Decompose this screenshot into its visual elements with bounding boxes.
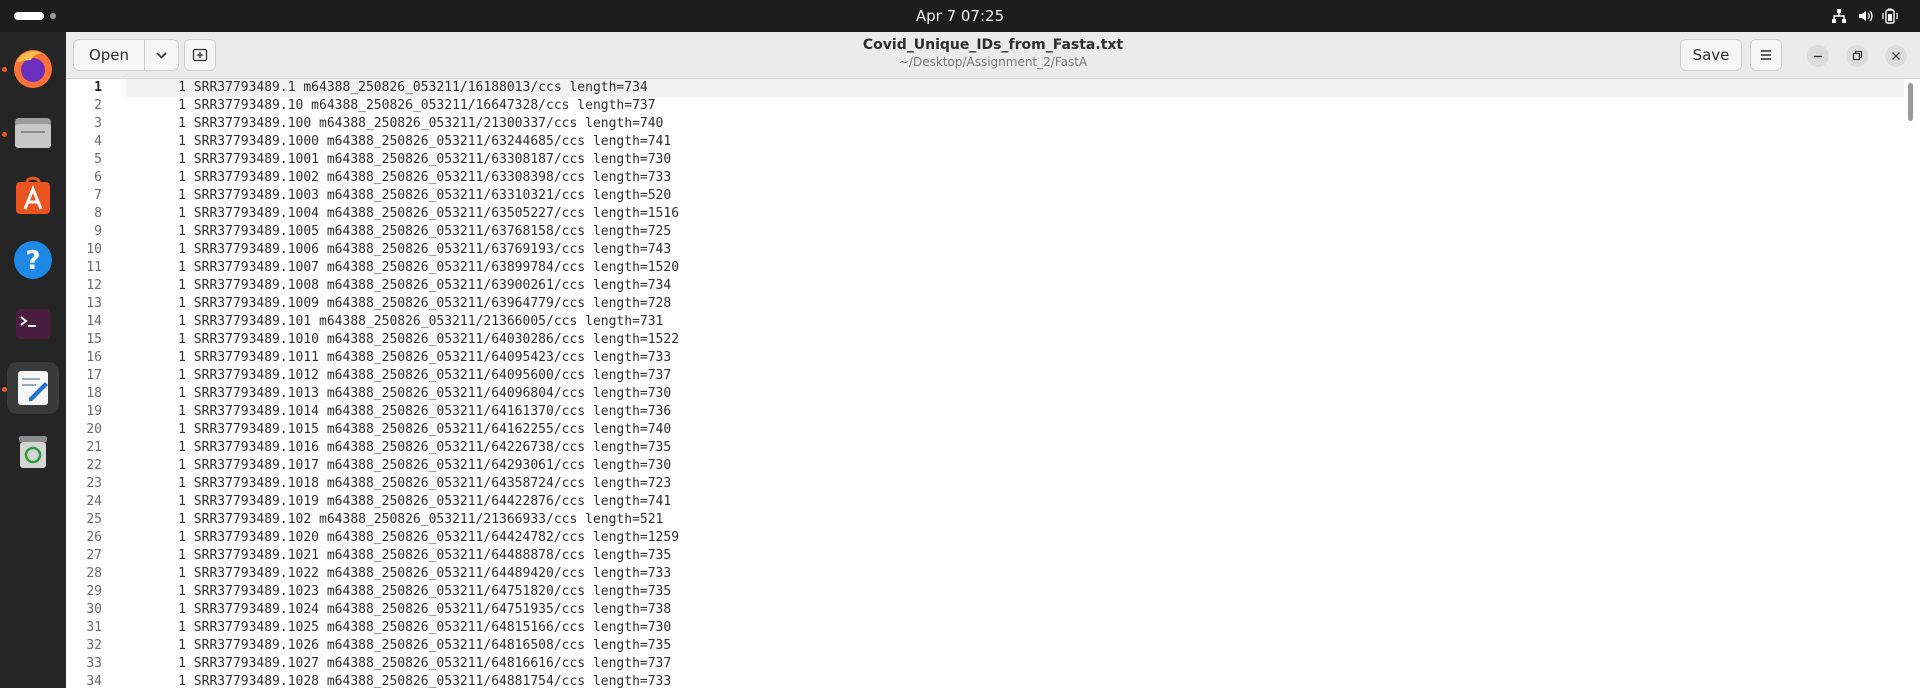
line-number: 16 [86, 350, 102, 365]
line-number: 34 [86, 674, 102, 688]
top-bar: Apr 7 07:25 [0, 0, 1920, 32]
text-line[interactable]: 1 SRR37793489.102 m64388_250826_053211/2… [139, 511, 663, 529]
close-icon [1892, 52, 1900, 60]
text-line[interactable]: 1 SRR37793489.1002 m64388_250826_053211/… [139, 169, 671, 187]
line-number: 32 [86, 638, 102, 653]
terminal-icon[interactable] [7, 298, 59, 350]
line-number: 30 [86, 602, 102, 617]
text-line[interactable]: 1 SRR37793489.1013 m64388_250826_053211/… [139, 385, 671, 403]
line-number: 17 [86, 368, 102, 383]
header-bar: Open Covid_Unique_IDs_from_Fasta.txt ~/D… [66, 32, 1920, 79]
dock: ? [0, 32, 66, 688]
text-line[interactable]: 1 SRR37793489.1014 m64388_250826_053211/… [139, 403, 671, 421]
files-icon[interactable] [7, 106, 59, 158]
text-line[interactable]: 1 SRR37793489.1025 m64388_250826_053211/… [139, 619, 671, 637]
text-line[interactable]: 1 SRR37793489.1011 m64388_250826_053211/… [139, 349, 671, 367]
text-line[interactable]: 1 SRR37793489.1004 m64388_250826_053211/… [139, 205, 679, 223]
line-number: 10 [86, 242, 102, 257]
line-number: 2 [94, 98, 102, 113]
line-number: 9 [94, 224, 102, 239]
text-line[interactable]: 1 SRR37793489.100 m64388_250826_053211/2… [139, 115, 663, 133]
main-menu-button[interactable] [1750, 39, 1782, 71]
vertical-scrollbar[interactable] [1908, 83, 1913, 121]
text-line[interactable]: 1 SRR37793489.1020 m64388_250826_053211/… [139, 529, 679, 547]
line-number: 22 [86, 458, 102, 473]
save-button[interactable]: Save [1680, 39, 1742, 71]
line-number: 4 [94, 134, 102, 149]
text-line[interactable]: 1 SRR37793489.1006 m64388_250826_053211/… [139, 241, 671, 259]
close-button[interactable] [1885, 45, 1907, 67]
text-line[interactable]: 1 SRR37793489.1024 m64388_250826_053211/… [139, 601, 671, 619]
text-line[interactable]: 1 SRR37793489.1018 m64388_250826_053211/… [139, 475, 671, 493]
line-number: 19 [86, 404, 102, 419]
line-number: 8 [94, 206, 102, 221]
battery-icon[interactable] [1882, 8, 1898, 24]
text-line[interactable]: 1 SRR37793489.1017 m64388_250826_053211/… [139, 457, 671, 475]
line-number: 3 [94, 116, 102, 131]
text-editor-icon[interactable] [7, 362, 59, 414]
network-icon[interactable] [1831, 8, 1847, 24]
line-number-gutter: 1 2 3 4 5 6 7 8 9 10 11 12 13 14 15 16 17 18 19 20 21 22 23 24 2… [66, 79, 126, 688]
line-number: 27 [86, 548, 102, 563]
line-number: 1 [94, 80, 102, 95]
app-center-icon[interactable] [7, 170, 59, 222]
text-line[interactable]: 1 SRR37793489.1005 m64388_250826_053211/… [139, 223, 671, 241]
text-editor-window: Open Covid_Unique_IDs_from_Fasta.txt ~/D… [66, 32, 1920, 688]
text-line[interactable]: 1 SRR37793489.1012 m64388_250826_053211/… [139, 367, 671, 385]
line-number: 6 [94, 170, 102, 185]
document-path: ~/Desktop/Assignment_2/FastA [898, 55, 1088, 69]
line-number: 7 [94, 188, 102, 203]
text-line[interactable]: 1 SRR37793489.1019 m64388_250826_053211/… [139, 493, 671, 511]
line-number: 20 [86, 422, 102, 437]
text-line[interactable]: 1 SRR37793489.1 m64388_250826_053211/161… [139, 79, 648, 97]
text-line[interactable]: 1 SRR37793489.1007 m64388_250826_053211/… [139, 259, 679, 277]
text-line[interactable]: 1 SRR37793489.1000 m64388_250826_053211/… [139, 133, 671, 151]
text-line[interactable]: 1 SRR37793489.1009 m64388_250826_053211/… [139, 295, 671, 313]
line-number: 15 [86, 332, 102, 347]
firefox-icon[interactable] [7, 42, 59, 94]
volume-icon[interactable] [1857, 8, 1873, 24]
text-line[interactable]: 1 SRR37793489.1022 m64388_250826_053211/… [139, 565, 671, 583]
text-line[interactable]: 1 SRR37793489.1023 m64388_250826_053211/… [139, 583, 671, 601]
line-number: 33 [86, 656, 102, 671]
minimize-icon [1814, 55, 1822, 58]
line-number: 24 [86, 494, 102, 509]
text-line[interactable]: 1 SRR37793489.101 m64388_250826_053211/2… [139, 313, 663, 331]
text-line[interactable]: 1 SRR37793489.1016 m64388_250826_053211/… [139, 439, 671, 457]
line-number: 26 [86, 530, 102, 545]
line-number: 11 [86, 260, 102, 275]
maximize-button[interactable] [1846, 45, 1868, 67]
text-line[interactable]: 1 SRR37793489.1001 m64388_250826_053211/… [139, 151, 671, 169]
line-number: 21 [86, 440, 102, 455]
line-number: 12 [86, 278, 102, 293]
text-line[interactable]: 1 SRR37793489.1028 m64388_250826_053211/… [139, 673, 671, 688]
document-title: Covid_Unique_IDs_from_Fasta.txt [862, 37, 1124, 53]
line-number: 29 [86, 584, 102, 599]
text-line[interactable]: 1 SRR37793489.1021 m64388_250826_053211/… [139, 547, 671, 565]
text-line[interactable]: 1 SRR37793489.10 m64388_250826_053211/16… [139, 97, 655, 115]
text-line[interactable]: 1 SRR37793489.1027 m64388_250826_053211/… [139, 655, 671, 673]
minimize-button[interactable] [1807, 45, 1829, 67]
restore-icon [1852, 50, 1863, 61]
line-number: 25 [86, 512, 102, 527]
line-number: 18 [86, 386, 102, 401]
text-line[interactable]: 1 SRR37793489.1015 m64388_250826_053211/… [139, 421, 671, 439]
line-number: 31 [86, 620, 102, 635]
text-editor-area[interactable]: 1 2 3 4 5 6 7 8 9 10 11 12 13 14 15 16 17 18 19 20 21 22 23 24 2… [66, 79, 1920, 688]
clock[interactable]: Apr 7 07:25 [0, 0, 1920, 32]
text-line[interactable]: 1 SRR37793489.1008 m64388_250826_053211/… [139, 277, 671, 295]
line-number: 14 [86, 314, 102, 329]
hamburger-menu-icon [1761, 50, 1771, 60]
text-line[interactable]: 1 SRR37793489.1010 m64388_250826_053211/… [139, 331, 679, 349]
line-number: 5 [94, 152, 102, 167]
text-line[interactable]: 1 SRR37793489.1026 m64388_250826_053211/… [139, 637, 671, 655]
help-icon[interactable]: ? [7, 234, 59, 286]
trash-icon[interactable] [7, 426, 59, 478]
text-line[interactable]: 1 SRR37793489.1003 m64388_250826_053211/… [139, 187, 671, 205]
line-number: 28 [86, 566, 102, 581]
svg-text:?: ? [25, 246, 40, 276]
line-number: 23 [86, 476, 102, 491]
line-number: 13 [86, 296, 102, 311]
